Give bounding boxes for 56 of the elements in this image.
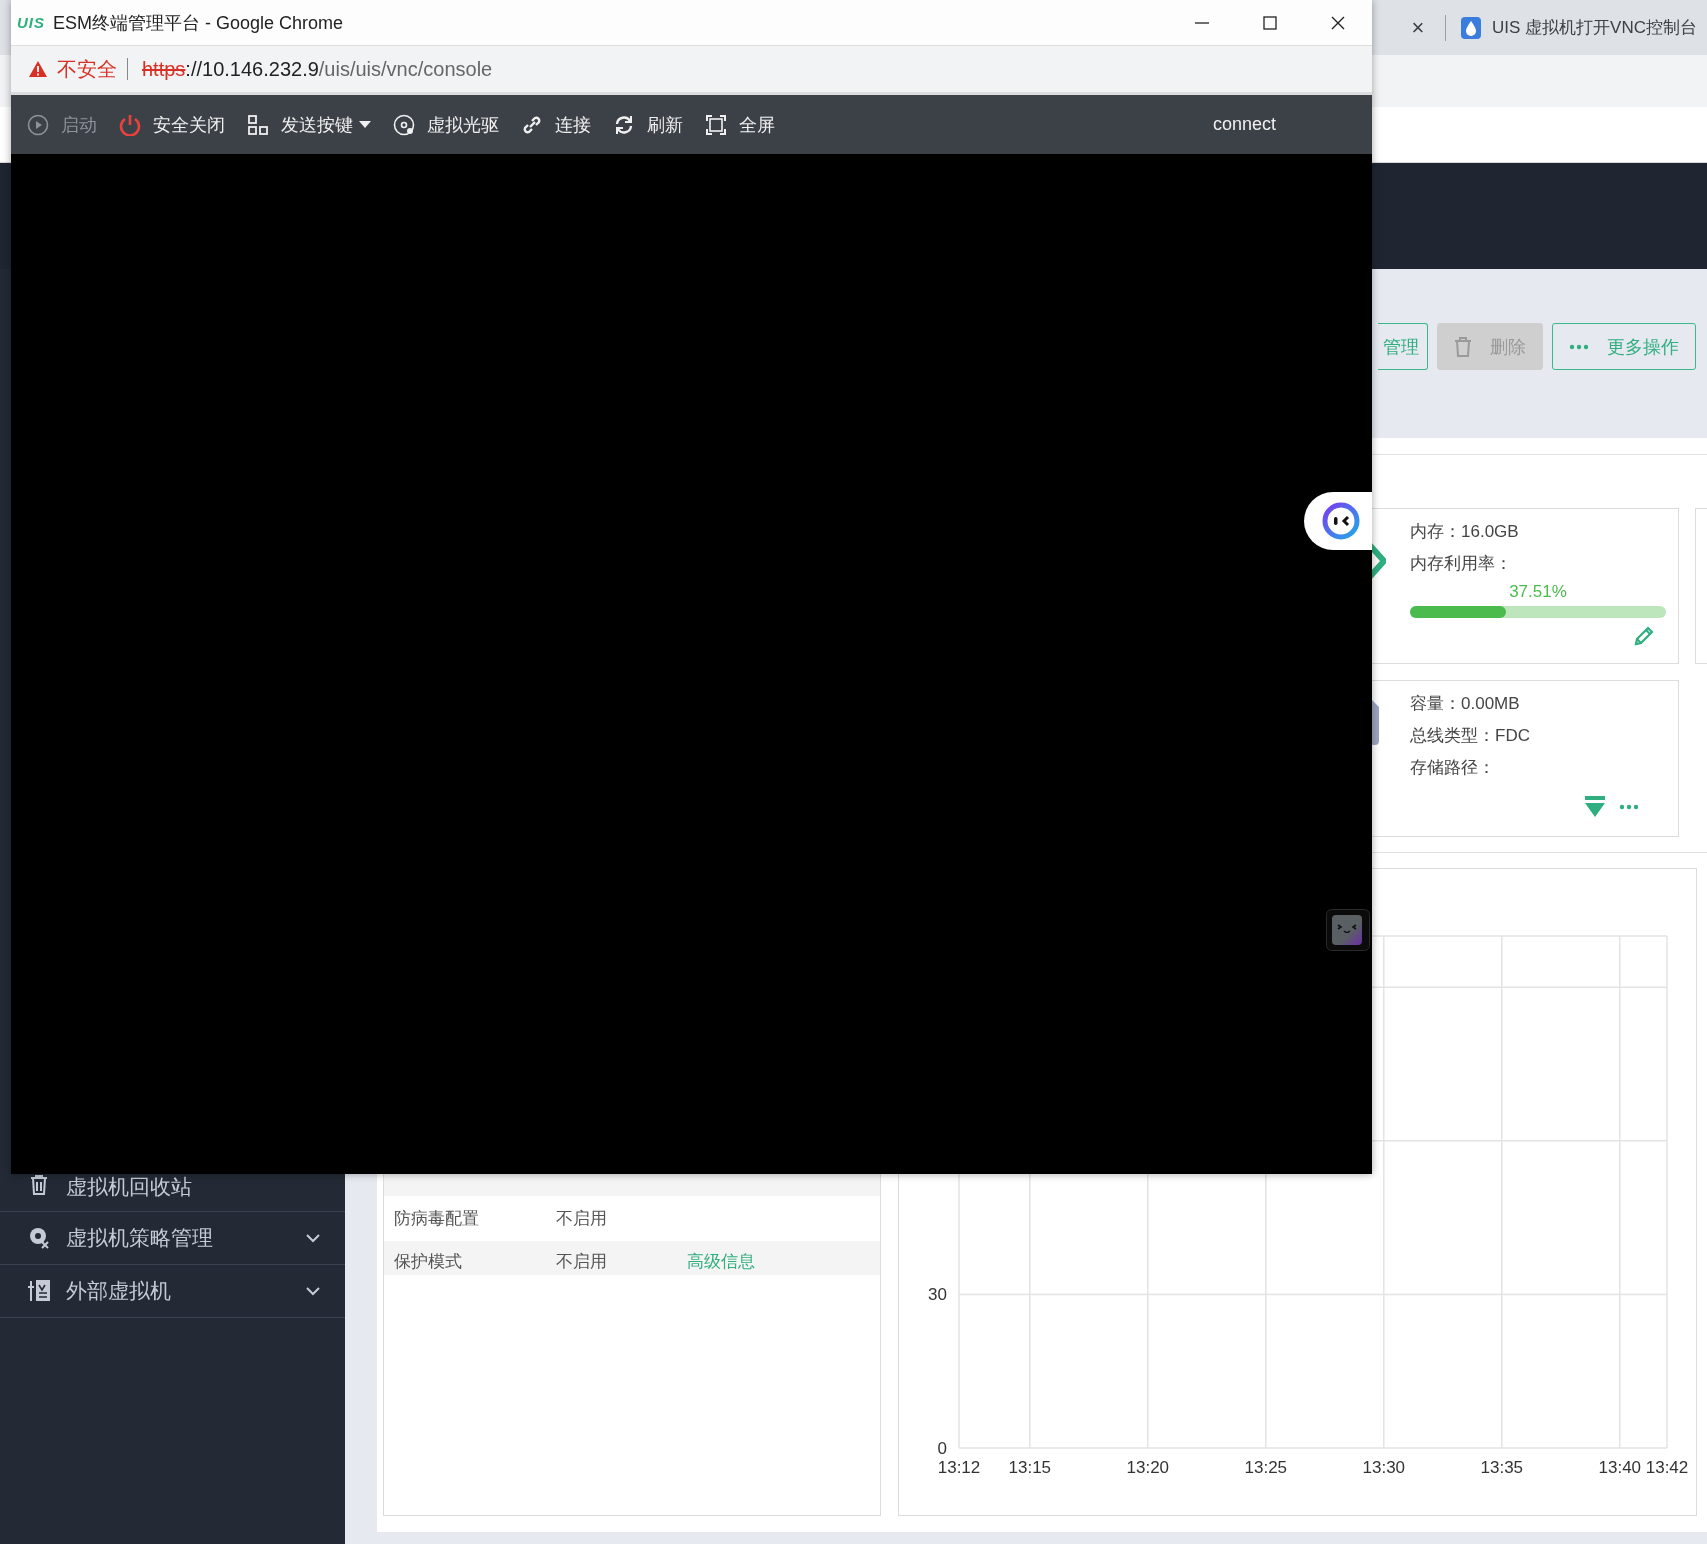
maximize-icon (1262, 14, 1278, 31)
play-icon (27, 113, 49, 136)
axis-label: 13:20 (1126, 1458, 1170, 1477)
toolbar-button[interactable]: 刷新 (613, 112, 683, 137)
field-label: 保护模式 (393, 1251, 463, 1273)
toolbar-button[interactable]: 全屏 (705, 112, 775, 137)
usage-reading: 37.51% (1508, 582, 1568, 602)
security-label: 不安全 (57, 56, 117, 82)
toolbar-button[interactable]: 连接 (521, 112, 591, 137)
toolbar-button[interactable]: 发送按键 (247, 112, 371, 137)
axis-label: 13:35 (1480, 1458, 1524, 1477)
face-icon (1322, 502, 1360, 540)
browser-tab[interactable]: UIS 虚拟机打开VNC控制台 (1460, 15, 1697, 40)
assistant-button[interactable] (1304, 492, 1372, 550)
url-text[interactable]: https://10.146.232.9/uis/uis/vnc/console (142, 57, 493, 81)
disk-info: 容量：0.00MB (1410, 693, 1521, 715)
disk-info: 存储路径： (1410, 757, 1496, 779)
field-value: 不启用 (556, 1251, 608, 1273)
drop-icon (1460, 15, 1482, 40)
refresh-icon (613, 113, 635, 136)
trash-icon (1454, 336, 1472, 357)
link-icon (521, 113, 543, 136)
power-icon (119, 113, 141, 136)
warning-icon (29, 61, 47, 77)
close-icon (1330, 14, 1346, 31)
sidebar-item[interactable]: 虚拟机策略管理 (0, 1212, 345, 1265)
toolbar-button[interactable]: 安全关闭 (119, 112, 225, 137)
minimize-icon (1194, 21, 1210, 24)
fullscreen-icon (705, 113, 727, 136)
axis-label: 13:42 (1645, 1458, 1689, 1477)
axis-label: 13:15 (1008, 1458, 1052, 1477)
download-icon (1585, 796, 1605, 818)
axis-label: 13:25 (1244, 1458, 1288, 1477)
more-icon (1569, 343, 1589, 350)
usage-label: 内存利用率： (1410, 553, 1513, 575)
memory-label: 内存：16.0GB (1410, 521, 1520, 543)
toolbar-button[interactable]: 虚拟光驱 (393, 112, 499, 137)
window-title: ESM终端管理平台 - Google Chrome (53, 11, 345, 35)
more-icon (1619, 804, 1639, 810)
field-label: 防病毒配置 (393, 1208, 480, 1230)
connection-status: connect (1212, 114, 1276, 135)
app-logo: UIS (17, 14, 45, 31)
disc-icon (393, 113, 415, 136)
tab-close-button[interactable]: × (1405, 14, 1431, 41)
field-value: 不启用 (556, 1208, 608, 1230)
pencil-icon (1634, 624, 1656, 646)
grid-icon (247, 113, 269, 136)
axis-label: 0 (937, 1439, 947, 1458)
axis-label: 30 (928, 1285, 947, 1305)
server-icon (28, 1279, 52, 1303)
axis-label: 13:30 (1362, 1458, 1406, 1477)
axis-label: 13:12 (937, 1458, 981, 1477)
sidebar-item[interactable]: 外部虚拟机 (0, 1265, 345, 1318)
axis-label: 13:40 (1598, 1458, 1642, 1477)
disk-icon (28, 1226, 52, 1250)
disk-info: 总线类型：FDC (1410, 725, 1531, 747)
